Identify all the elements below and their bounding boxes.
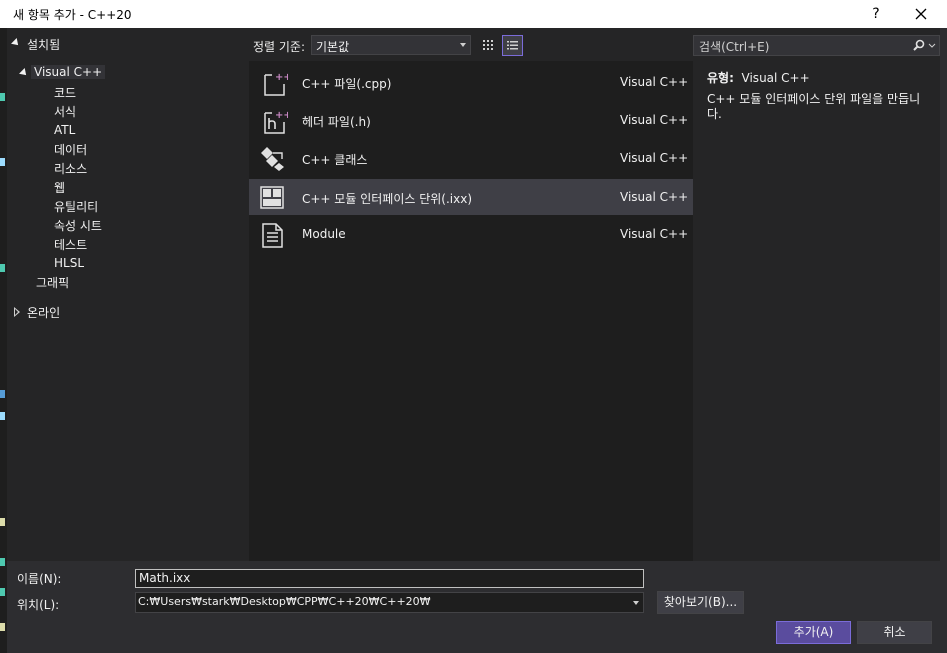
tree-item-data[interactable]: 데이터 bbox=[54, 141, 87, 158]
template-name: C++ 모듈 인터페이스 단위(.ixx) bbox=[302, 192, 473, 206]
editor-strip bbox=[0, 28, 7, 653]
location-input[interactable]: C:₩Users₩stark₩Desktop₩CPP₩C++20₩C++20₩ bbox=[138, 595, 431, 608]
grid-view-button[interactable] bbox=[478, 35, 499, 56]
browse-button[interactable]: 찾아보기(B)... bbox=[657, 591, 744, 614]
tree-item-installed[interactable]: 설치됨 bbox=[27, 36, 60, 53]
svg-text:++: ++ bbox=[275, 110, 288, 121]
close-icon bbox=[915, 8, 927, 20]
class-icon bbox=[261, 147, 284, 171]
help-button[interactable]: ? bbox=[858, 2, 894, 26]
right-edge bbox=[940, 28, 947, 653]
location-label: 위치(L): bbox=[17, 598, 60, 612]
window-title: 새 항목 추가 - C++20 bbox=[13, 8, 132, 22]
list-view-button[interactable] bbox=[502, 35, 523, 56]
sort-label: 정렬 기준: bbox=[253, 40, 306, 54]
tree-item-online[interactable]: 온라인 bbox=[27, 304, 60, 321]
template-language: Visual C++ bbox=[620, 75, 689, 89]
type-label: 유형: bbox=[707, 71, 734, 85]
svg-text:++: ++ bbox=[275, 72, 288, 83]
sort-value: 기본값 bbox=[316, 40, 350, 54]
tree-item-hlsl[interactable]: HLSL bbox=[54, 256, 84, 270]
template-row-header[interactable]: ++ 헤더 파일(.h) Visual C++ bbox=[249, 102, 693, 138]
template-language: Visual C++ bbox=[620, 227, 689, 241]
name-field[interactable]: Math.ixx bbox=[135, 569, 644, 588]
list-view-icon bbox=[507, 41, 518, 50]
template-language: Visual C++ bbox=[620, 151, 689, 165]
tree-item-resources[interactable]: 리소스 bbox=[54, 160, 87, 177]
template-row-cpp[interactable]: ++ C++ 파일(.cpp) Visual C++ bbox=[249, 64, 693, 100]
expand-arrow-icon[interactable] bbox=[14, 307, 20, 317]
type-line: 유형: Visual C++ bbox=[707, 69, 810, 86]
name-label: 이름(N): bbox=[17, 572, 62, 586]
tree-item-graphics[interactable]: 그래픽 bbox=[36, 274, 69, 291]
module-file-icon bbox=[262, 223, 283, 248]
tree-item-format[interactable]: 서식 bbox=[54, 103, 76, 120]
category-tree: 설치됨 Visual C++ 코드 서식 ATL 데이터 리소스 웹 유틸리티 … bbox=[7, 28, 249, 561]
template-name: Module bbox=[302, 227, 346, 241]
cancel-button[interactable]: 취소 bbox=[857, 621, 932, 644]
tree-item-property-sheet[interactable]: 속성 시트 bbox=[54, 217, 102, 234]
sort-dropdown[interactable]: 기본값 bbox=[311, 35, 471, 55]
tree-item-atl[interactable]: ATL bbox=[54, 123, 75, 137]
details-panel: 유형: Visual C++ C++ 모듈 인터페이스 단위 파일을 만듭니다. bbox=[693, 61, 940, 561]
close-button[interactable] bbox=[903, 2, 939, 26]
template-row-class[interactable]: C++ 클래스 Visual C++ bbox=[249, 140, 693, 176]
search-box[interactable]: 검색(Ctrl+E) bbox=[693, 35, 940, 56]
template-name: 헤더 파일(.h) bbox=[302, 115, 371, 129]
template-row-module-interface[interactable]: C++ 모듈 인터페이스 단위(.ixx) Visual C++ bbox=[249, 179, 693, 215]
template-name: C++ 클래스 bbox=[302, 153, 368, 167]
grid-view-icon bbox=[483, 40, 493, 50]
name-input[interactable]: Math.ixx bbox=[139, 571, 190, 585]
template-description: C++ 모듈 인터페이스 단위 파일을 만듭니다. bbox=[707, 92, 921, 121]
dropdown-arrow-icon bbox=[460, 43, 466, 47]
cpp-file-icon: ++ bbox=[264, 72, 288, 96]
template-list: ++ C++ 파일(.cpp) Visual C++ ++ 헤더 파일(.h) … bbox=[249, 61, 693, 561]
header-file-icon: ++ bbox=[264, 110, 288, 134]
module-interface-icon bbox=[260, 186, 284, 209]
tree-item-test[interactable]: 테스트 bbox=[54, 236, 87, 253]
tree-item-web[interactable]: 웹 bbox=[54, 179, 65, 196]
type-value: Visual C++ bbox=[741, 71, 810, 85]
location-dropdown[interactable]: C:₩Users₩stark₩Desktop₩CPP₩C++20₩C++20₩ bbox=[135, 592, 644, 613]
template-language: Visual C++ bbox=[620, 113, 689, 127]
title-bar: 새 항목 추가 - C++20 ? bbox=[0, 0, 947, 28]
template-row-module[interactable]: Module Visual C++ bbox=[249, 216, 693, 252]
template-language: Visual C++ bbox=[620, 190, 689, 204]
tree-item-code[interactable]: 코드 bbox=[54, 84, 76, 101]
tree-item-utility[interactable]: 유틸리티 bbox=[54, 198, 98, 215]
tree-item-visual-cpp[interactable]: Visual C++ bbox=[31, 65, 106, 79]
search-input[interactable]: 검색(Ctrl+E) bbox=[699, 38, 769, 55]
collapse-arrow-icon[interactable] bbox=[19, 68, 29, 78]
dropdown-arrow-icon bbox=[633, 601, 639, 605]
search-icon[interactable] bbox=[912, 39, 936, 53]
collapse-arrow-icon[interactable] bbox=[11, 38, 21, 48]
add-button[interactable]: 추가(A) bbox=[776, 621, 851, 644]
template-name: C++ 파일(.cpp) bbox=[302, 77, 392, 91]
